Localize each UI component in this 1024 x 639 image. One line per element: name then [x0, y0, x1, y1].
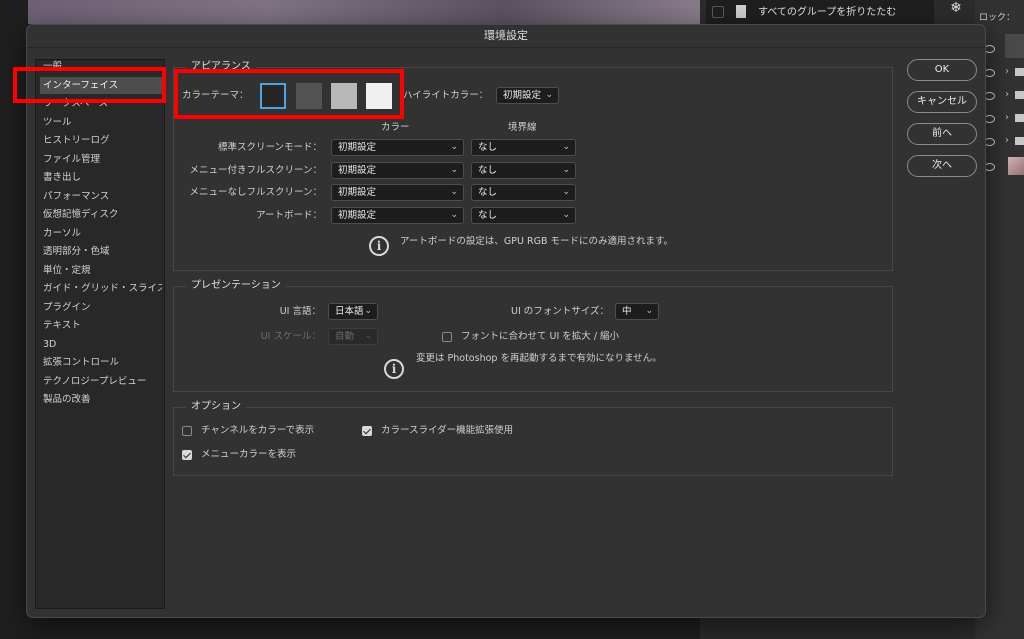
presentation-section-label: プレゼンテーション: [186, 280, 286, 292]
folder-icon: [1015, 137, 1024, 145]
sidebar-item-technology-previews[interactable]: テクノロジープレビュー: [40, 373, 162, 390]
options-section-label: オプション: [186, 401, 246, 413]
restart-info-text: 変更は Photoshop を再起動するまで有効になりません。: [416, 353, 662, 364]
cancel-button[interactable]: キャンセル: [907, 91, 977, 113]
snowflake-icon: ❄: [950, 0, 962, 16]
sidebar-item-scratch-disks[interactable]: 仮想記憶ディスク: [40, 206, 162, 223]
show-channels-in-color-label: チャンネルをカラーで表示: [201, 425, 315, 436]
ui-font-size-select[interactable]: 中 ⌄: [615, 303, 659, 320]
chevron-right-icon[interactable]: ›: [1005, 135, 1009, 146]
sidebar-item-file-handling[interactable]: ファイル管理: [40, 151, 162, 168]
artboards-label: アートボード：: [256, 210, 322, 221]
artboard-info-text: アートボードの設定は、GPU RGB モードにのみ適用されます。: [400, 236, 674, 247]
fullscreen-menus-border-select[interactable]: なし ⌄: [471, 162, 576, 179]
show-channels-in-color-checkbox[interactable]: [182, 426, 192, 436]
fullscreen-menus-color-select[interactable]: 初期設定 ⌄: [331, 162, 464, 179]
menu-checkbox: [712, 6, 724, 18]
chevron-right-icon[interactable]: ›: [1005, 89, 1009, 100]
artboards-color-select[interactable]: 初期設定 ⌄: [331, 207, 464, 224]
artboards-border-select[interactable]: なし ⌄: [471, 207, 576, 224]
sidebar-item-cursors[interactable]: カーソル: [40, 225, 162, 242]
lock-label: ロック：: [979, 13, 1016, 23]
info-icon: i: [384, 359, 404, 379]
dialog-title: 環境設定: [27, 25, 985, 48]
document-icon: [736, 5, 746, 18]
sidebar-item-plugins[interactable]: プラグイン: [40, 299, 162, 316]
scale-ui-to-font-checkbox[interactable]: [442, 332, 452, 342]
folder-icon: [1015, 68, 1024, 76]
fullscreen-color-select[interactable]: 初期設定 ⌄: [331, 184, 464, 201]
ok-button[interactable]: OK: [907, 59, 977, 81]
folder-icon: [1015, 114, 1024, 122]
ui-font-size-label: UI のフォントサイズ：: [511, 306, 609, 317]
fullscreen-menus-label: メニュー付きフルスクリーン：: [189, 165, 322, 176]
show-menu-colors-checkbox[interactable]: [182, 450, 192, 460]
sidebar-item-3d[interactable]: 3D: [40, 336, 162, 353]
preferences-dialog: 環境設定 一般 インターフェイス ワークスペース ツール ヒストリーログ ファイ…: [26, 24, 986, 618]
show-menu-colors-label: メニューカラーを表示: [201, 449, 297, 460]
color-slider-checkbox[interactable]: [362, 426, 372, 436]
standard-screen-mode-label: 標準スクリーンモード：: [217, 142, 322, 153]
next-button[interactable]: 次へ: [907, 155, 977, 177]
sidebar-item-guides-grid[interactable]: ガイド・グリッド・スライス: [40, 280, 162, 297]
sidebar-item-tools[interactable]: ツール: [40, 114, 162, 131]
sidebar-item-enhanced-controls[interactable]: 拡張コントロール: [40, 354, 162, 371]
color-column-header: カラー: [381, 122, 410, 133]
chevron-down-icon: ⌄: [545, 90, 553, 100]
ui-scale-label: UI スケール：: [260, 331, 321, 342]
background-layers-menu: すべてのグループを折りたたむ: [706, 0, 934, 24]
fullscreen-border-select[interactable]: なし ⌄: [471, 184, 576, 201]
info-icon: i: [369, 236, 389, 256]
folder-icon: [1015, 91, 1024, 99]
sidebar-item-type[interactable]: テキスト: [40, 317, 162, 334]
chevron-right-icon[interactable]: ›: [1005, 66, 1009, 77]
sidebar-item-history-log[interactable]: ヒストリーログ: [40, 132, 162, 149]
highlight-annotation-sidebar: [13, 67, 166, 103]
sidebar-item-performance[interactable]: パフォーマンス: [40, 188, 162, 205]
options-section: オプション チャンネルをカラーで表示 カラースライダー機能拡張使用 メニューカラ…: [173, 401, 893, 476]
ui-scale-select[interactable]: 自動 ⌄: [328, 328, 378, 345]
standard-screen-color-select[interactable]: 初期設定 ⌄: [331, 139, 464, 156]
collapse-groups-menu-item[interactable]: すべてのグループを折りたたむ: [758, 6, 896, 20]
ui-language-select[interactable]: 日本語 ⌄: [328, 303, 378, 320]
sidebar-item-export[interactable]: 書き出し: [40, 169, 162, 186]
border-column-header: 境界線: [508, 122, 537, 133]
color-slider-label: カラースライダー機能拡張使用: [381, 425, 514, 436]
background-photo: [28, 0, 708, 24]
highlight-color-label: ハイライトカラー：: [403, 90, 489, 101]
previous-button[interactable]: 前へ: [907, 123, 977, 145]
ui-language-label: UI 言語：: [279, 306, 321, 317]
presentation-section: プレゼンテーション UI 言語： 日本語 ⌄ UI のフォントサイズ： 中 ⌄ UI…: [173, 280, 893, 392]
layer-thumbnail: [1008, 157, 1024, 175]
sidebar-item-units-rulers[interactable]: 単位・定規: [40, 262, 162, 279]
chevron-right-icon[interactable]: ›: [1005, 112, 1009, 123]
sidebar-item-product-improvement[interactable]: 製品の改善: [40, 391, 162, 408]
highlight-annotation-color-theme: [174, 69, 404, 119]
scale-ui-to-font-label: フォントに合わせて UI を拡大 / 縮小: [461, 331, 620, 342]
highlight-color-select[interactable]: 初期設定 ⌄: [496, 87, 559, 104]
preferences-sidebar: 一般 インターフェイス ワークスペース ツール ヒストリーログ ファイル管理 書…: [35, 59, 165, 609]
standard-screen-border-select[interactable]: なし ⌄: [471, 139, 576, 156]
fullscreen-label: メニューなしフルスクリーン：: [189, 187, 322, 198]
sidebar-item-transparency[interactable]: 透明部分・色域: [40, 243, 162, 260]
